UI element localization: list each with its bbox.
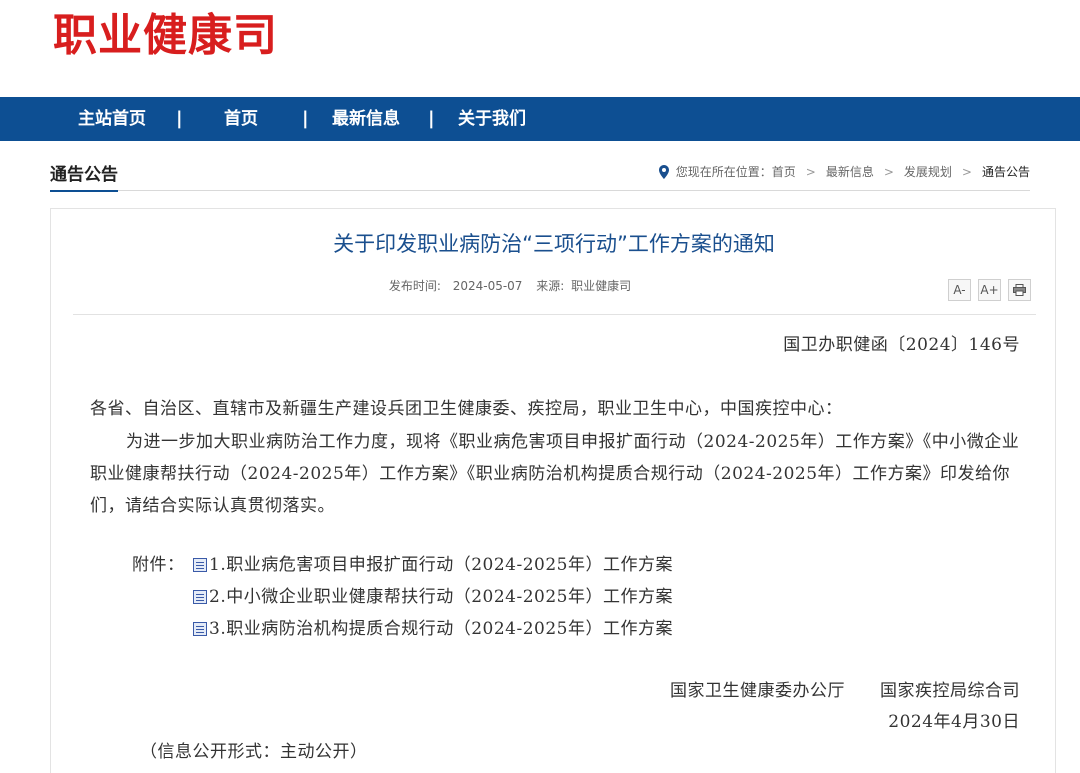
signatories: 国家卫生健康委办公厅 国家疾控局综合司 [670,681,1020,701]
disclosure-note: （信息公开形式：主动公开） [140,742,368,762]
nav-separator: | [428,108,435,129]
print-icon [1013,284,1026,296]
attachment-link-3[interactable]: 3.职业病防治机构提质合规行动（2024-2025年）工作方案 [193,615,673,643]
font-increase-button[interactable]: A+ [978,279,1001,301]
nav-separator: | [302,108,309,129]
print-button[interactable] [1008,279,1031,301]
location-pin-icon [658,165,669,179]
document-icon [193,558,207,572]
section-title: 通告公告 [50,164,118,192]
main-nav: 主站首页 | 首页 | 最新信息 | 关于我们 [0,97,1080,141]
document-number: 国卫办职健函〔2024〕146号 [783,335,1020,355]
breadcrumb-separator: > [883,165,894,179]
publish-label: 发布时间: [388,279,441,293]
header: 职业健康司 [0,0,1080,97]
attachment-label-1: 1.职业病危害项目申报扩面行动（2024-2025年）工作方案 [209,555,673,575]
breadcrumb-separator: > [805,165,816,179]
nav-item-main-home[interactable]: 主站首页 [78,97,146,141]
attachment-label-2: 2.中小微企业职业健康帮扶行动（2024-2025年）工作方案 [209,587,673,607]
body-paragraph: 为进一步加大职业病防治工作力度，现将《职业病危害项目申报扩面行动（2024-20… [90,432,1020,516]
salutation: 各省、自治区、直辖市及新疆生产建设兵团卫生健康委、疾控局，职业卫生中心，中国疾控… [90,399,843,419]
source-value: 职业健康司 [571,279,632,293]
attachment-label-3: 3.职业病防治机构提质合规行动（2024-2025年）工作方案 [209,619,673,639]
font-decrease-button[interactable]: A- [948,279,971,301]
site-logo[interactable]: 职业健康司 [53,8,278,64]
document-icon [193,590,207,604]
breadcrumb-current[interactable]: 通告公告 [982,164,1030,180]
breadcrumb-separator: > [961,165,972,179]
breadcrumb-prefix: 您现在所在位置： [675,165,772,179]
title-divider [73,314,1036,315]
publish-date: 2024-05-07 [452,279,523,293]
breadcrumb: 您现在所在位置： 首页 > 最新信息 > 发展规划 > 通告公告 [658,164,1030,180]
sign-date: 2024年4月30日 [888,712,1020,732]
article-title: 关于印发职业病防治“三项行动”工作方案的通知 [333,232,775,256]
breadcrumb-home[interactable]: 首页 [772,164,796,180]
breadcrumb-planning[interactable]: 发展规划 [904,164,952,180]
nav-item-about[interactable]: 关于我们 [458,97,526,141]
nav-item-home[interactable]: 首页 [224,97,258,141]
article-tools: A- A+ [948,279,1031,301]
breadcrumb-latest[interactable]: 最新信息 [826,164,874,180]
attachment-link-2[interactable]: 2.中小微企业职业健康帮扶行动（2024-2025年）工作方案 [193,583,673,611]
article-meta: 发布时间: 2024-05-07 来源: 职业健康司 [0,278,1020,294]
document-icon [193,622,207,636]
nav-separator: | [176,108,183,129]
attachments-label: 附件： [132,555,185,575]
source-label: 来源: [536,279,565,293]
attachment-link-1[interactable]: 1.职业病危害项目申报扩面行动（2024-2025年）工作方案 [193,551,673,579]
nav-item-latest[interactable]: 最新信息 [332,97,400,141]
section-header: 通告公告 您现在所在位置： 首页 > 最新信息 > 发展规划 > 通告公告 [50,160,1030,192]
